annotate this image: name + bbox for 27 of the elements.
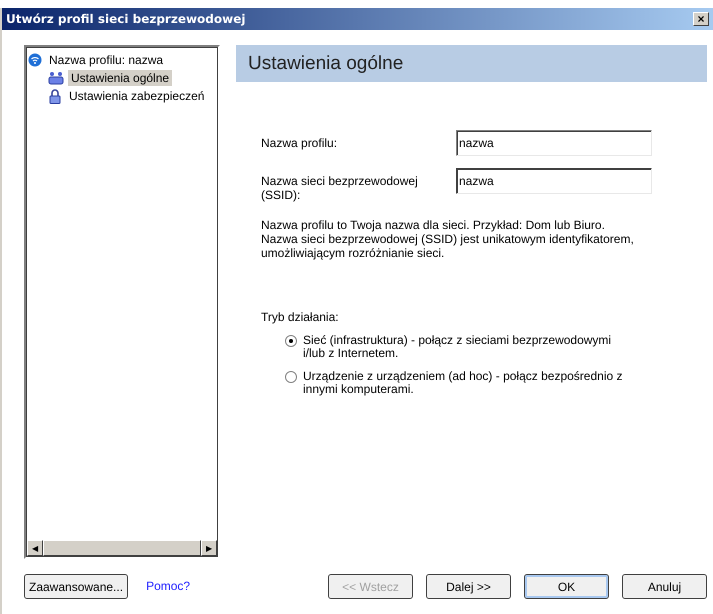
wifi-icon xyxy=(28,53,42,67)
radio-button[interactable] xyxy=(285,371,297,383)
help-link[interactable]: Pomoc? xyxy=(146,579,190,593)
lock-icon xyxy=(48,88,62,104)
description-text: Nazwa profilu to Twoja nazwa dla sieci. Przykład: Dom lub Biuro. Nazwa sieci bezprzewodowej (SSID) jest unikatowym identyfikatorem, umożliwiającym rozróżnianie sieci. xyxy=(261,218,635,260)
radio-label[interactable]: Sieć (infrastruktura) - połącz z sieciami bezprzewodowymi i/lub z Internetem. xyxy=(303,334,635,360)
dialog-button[interactable]: OK xyxy=(524,574,609,599)
radio-label[interactable]: Urządzenie z urządzeniem (ad hoc) - połącz bezpośrednio z innymi komputerami. xyxy=(303,370,635,396)
close-button[interactable]: × xyxy=(693,12,709,26)
field-label: Nazwa sieci bezprzewodowej (SSID): xyxy=(261,173,419,202)
advanced-button[interactable]: Zaawansowane... xyxy=(24,574,128,599)
dialog-button[interactable]: Dalej >> xyxy=(426,574,511,599)
tree-item[interactable]: Ustawienia ogólne xyxy=(68,70,172,86)
scroll-left-button[interactable]: ◀ xyxy=(27,540,43,556)
scroll-right-button[interactable]: ▶ xyxy=(201,540,217,556)
window-title: Utwórz profil sieci bezprzewodowej xyxy=(6,12,246,26)
horizontal-scrollbar[interactable]: ◀ ▶ xyxy=(27,540,217,556)
radio-button[interactable] xyxy=(285,335,297,347)
page-header: Ustawienia ogólne xyxy=(236,45,707,82)
tree-item[interactable]: Ustawienia zabezpieczeń xyxy=(66,88,208,104)
text-field[interactable]: nazwa xyxy=(456,168,652,194)
dialog-button[interactable]: Anuluj xyxy=(622,574,707,599)
text-field[interactable]: nazwa xyxy=(456,130,652,156)
tree-item[interactable]: Nazwa profilu: nazwa xyxy=(46,52,166,68)
mode-label: Tryb działania: xyxy=(261,310,340,324)
users-icon xyxy=(48,71,64,85)
field-label: Nazwa profilu: xyxy=(261,135,338,150)
